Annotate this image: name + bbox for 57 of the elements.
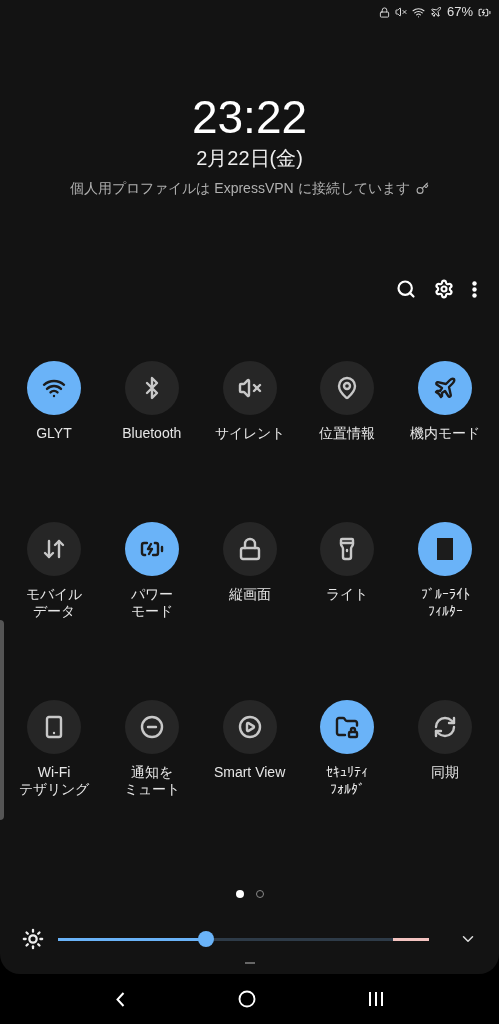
arrows-icon bbox=[42, 537, 66, 561]
toggle-label: サイレント bbox=[214, 425, 285, 442]
toggle-label: 同期 bbox=[431, 764, 460, 781]
toggle-label: 通知を bbox=[130, 764, 173, 781]
airplane-icon bbox=[429, 6, 442, 18]
quick-toggle[interactable] bbox=[27, 361, 81, 415]
quick-toggle[interactable] bbox=[418, 522, 473, 576]
toggle-label: モード bbox=[130, 603, 173, 620]
toggle-label: テザリング bbox=[19, 781, 89, 798]
brightness-slider[interactable] bbox=[58, 931, 429, 947]
toggle-label: 縦画面 bbox=[228, 586, 271, 603]
lock-icon bbox=[237, 537, 262, 561]
toggle-label: GLYT bbox=[36, 425, 72, 442]
airplane-icon bbox=[433, 376, 458, 400]
quick-toggle[interactable] bbox=[418, 361, 473, 415]
toggle-label: ﾌｫﾙﾀﾞ bbox=[329, 781, 365, 798]
quick-toggle[interactable] bbox=[124, 522, 179, 576]
wifi-icon bbox=[411, 5, 425, 19]
battery-percent: 67% bbox=[446, 3, 473, 22]
brightness-icon bbox=[22, 928, 44, 950]
search-button[interactable] bbox=[396, 279, 416, 299]
toggle-label: ﾌﾞﾙｰﾗｲﾄ bbox=[420, 586, 470, 603]
toggle-label: モバイル bbox=[26, 586, 82, 603]
toggle-label: Smart View bbox=[213, 764, 286, 781]
date: 2月22日(金) bbox=[196, 146, 303, 170]
toggle-label: パワー bbox=[130, 586, 173, 603]
toggle-label: データ bbox=[33, 603, 75, 620]
play-icon bbox=[237, 715, 262, 739]
more-button[interactable] bbox=[472, 279, 477, 299]
recents-button[interactable] bbox=[368, 992, 383, 1006]
settings-icon bbox=[434, 279, 454, 299]
lock-icon bbox=[378, 6, 390, 18]
sync-icon bbox=[433, 715, 458, 739]
toggle-label: 位置情報 bbox=[319, 425, 376, 442]
toggle-label: ﾌｨﾙﾀｰ bbox=[427, 603, 463, 620]
toggle-label: Wi-Fi bbox=[37, 764, 71, 781]
search-icon bbox=[396, 279, 416, 299]
quick-toggle[interactable] bbox=[320, 700, 375, 754]
home-icon bbox=[238, 990, 256, 1008]
back-button[interactable] bbox=[116, 991, 126, 1007]
mute-icon bbox=[394, 6, 407, 18]
home-button[interactable] bbox=[238, 990, 256, 1008]
toggle-label: 機内モード bbox=[410, 425, 481, 442]
drag-handle bbox=[244, 962, 255, 964]
folder-lock-icon bbox=[335, 715, 360, 739]
toggle-label: ミュート bbox=[123, 781, 180, 798]
settings-button[interactable] bbox=[434, 279, 454, 299]
toggle-label: ｾｷｭﾘﾃｨ bbox=[326, 764, 369, 781]
clock: 23:22 bbox=[191, 92, 308, 142]
back-icon bbox=[116, 991, 126, 1007]
key-icon bbox=[415, 182, 429, 195]
toggle-label: ライト bbox=[326, 586, 369, 603]
toggle-label: Bluetooth bbox=[122, 425, 182, 442]
more-icon bbox=[472, 280, 477, 298]
mute-icon bbox=[237, 376, 262, 400]
minus-circle-icon bbox=[139, 715, 164, 739]
vpn-notice: 個人用プロファイルは ExpressVPN に接続しています bbox=[70, 179, 410, 198]
